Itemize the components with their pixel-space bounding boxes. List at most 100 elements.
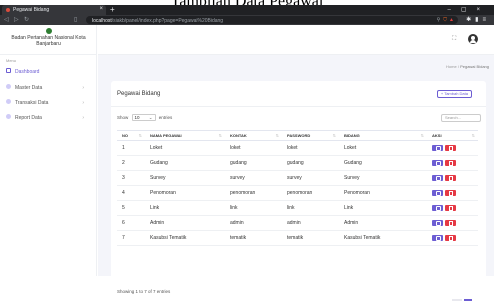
brave-shield-icon[interactable]: ⛉ [443,17,447,23]
header-label: AKSI [432,133,442,138]
column-header-password[interactable]: PASSWORD ⇅ [282,130,339,141]
breadcrumb-separator: / [457,64,459,69]
sort-icon: ⇅ [138,133,142,138]
address-bar[interactable]: localhost/siakb/panel/index.php?page=Peg… [86,16,458,24]
table-row: 2 Gudang gudang gudang Gudang [117,155,478,171]
sidebar-item-master-data[interactable]: Master Data › [6,83,92,93]
sidebar-item-report-data[interactable]: Report Data › [6,113,92,123]
window-controls[interactable]: –▢× [447,5,490,15]
cell-no: 7 [117,230,145,246]
sidebar-item-transaksi-data[interactable]: Transaksi Data › [6,98,92,108]
cell-nama: Kasubsi Tematik [145,230,225,246]
table-row: 3 Survey survey survey Survey [117,170,478,186]
cell-password: survey [282,170,339,186]
delete-button[interactable] [445,174,456,181]
brand: Badan Pertanahan Nasional Kota Banjarbar… [0,25,97,55]
sidebar: Badan Pertanahan Nasional Kota Banjarbar… [0,25,97,276]
card-title: Pegawai Bidang [117,91,161,97]
chevron-right-icon: › [82,115,84,121]
sidebar-item-label: Dashboard [15,69,40,75]
edit-button[interactable] [432,144,443,151]
avatar[interactable] [467,33,479,45]
edit-button[interactable] [432,234,443,241]
cell-no: 5 [117,200,145,216]
column-header-kontak[interactable]: KONTAK ⇅ [225,130,282,141]
reload-icon[interactable]: ↻ [24,16,29,24]
cell-kontak: survey [225,170,282,186]
sidebar-item-label: Report Data [15,115,42,121]
edit-button[interactable] [432,174,443,181]
edit-button[interactable] [432,189,443,196]
add-data-button[interactable]: + Tambah Data [436,90,472,98]
cell-bidang: Admin [339,215,427,231]
zoom-icon[interactable]: ⚲ [437,17,441,23]
search-input[interactable]: Search... [441,114,481,122]
cell-aksi [427,185,478,201]
close-tab-icon[interactable]: × [99,6,103,12]
cell-aksi [427,215,478,231]
cell-aksi [427,155,478,171]
delete-button[interactable] [445,159,456,166]
cell-bidang: Gudang [339,155,427,171]
address-icons: ⚲ ⛉ ▲ [437,16,454,24]
browser-tabbar: Pegawai Bidang × + –▢× [0,5,494,15]
browser-menu-icons[interactable]: ✱▮≡ [466,16,490,24]
show-label: Show [117,115,129,120]
chevron-right-icon: › [82,100,84,106]
edit-button[interactable] [432,219,443,226]
cell-password: link [282,200,339,216]
circle-icon [6,114,11,120]
browser-tab[interactable]: Pegawai Bidang × [2,5,106,15]
table-body: 1 Loket loket loket Loket 2 Gudang gudan… [117,140,478,246]
cell-nama: Gudang [145,155,225,171]
back-icon[interactable]: ◁ [4,16,9,24]
column-header-no[interactable]: NO ⇅ [117,130,145,141]
cell-kontak: tematik [225,230,282,246]
column-header-nama-pegawai[interactable]: NAMA PEGAWAI ⇅ [145,130,225,141]
sort-icon: ⇅ [275,133,279,138]
breadcrumb-home[interactable]: Home [446,64,457,69]
sidebar-item-label: Transaksi Data [15,100,49,106]
topbar: ⛶ [98,25,494,55]
cell-kontak: loket [225,140,282,156]
cell-aksi [427,170,478,186]
tab-title: Pegawai Bidang [13,6,50,13]
chevron-right-icon: › [82,85,84,91]
delete-button[interactable] [445,144,456,151]
delete-button[interactable] [445,189,456,196]
cell-kontak: penomoran [225,185,282,201]
column-header-bidang[interactable]: BIDANG ⇅ [339,130,427,141]
column-header-aksi[interactable]: AKSI ⇅ [427,130,478,141]
header-label: BIDANG [344,133,360,138]
delete-button[interactable] [445,234,456,241]
cell-bidang: Kasubsi Tematik [339,230,427,246]
data-table: NO ⇅ NAMA PEGAWAI ⇅ KONTAK ⇅ PASSWORD ⇅ BIDA… [117,130,478,246]
cell-bidang: Link [339,200,427,216]
fullscreen-icon[interactable]: ⛶ [452,36,456,43]
delete-button[interactable] [445,219,456,226]
data-card: Pegawai Bidang + Tambah Data Show 10 ⌄ en… [111,81,486,301]
edit-button[interactable] [432,159,443,166]
cell-password: penomoran [282,185,339,201]
cell-no: 6 [117,215,145,231]
sidebar-item-dashboard[interactable]: Dashboard [6,67,92,77]
delete-button[interactable] [445,204,456,211]
sort-icon: ⇅ [332,133,336,138]
logo-icon [46,28,52,34]
entries-select[interactable]: 10 ⌄ [131,114,156,122]
sort-icon: ⇅ [471,133,475,138]
new-tab-icon[interactable]: + [110,5,115,15]
sort-icon: ⇅ [218,133,222,138]
rewards-icon[interactable]: ▲ [449,17,454,23]
forward-icon[interactable]: ▷ [14,16,19,24]
table-row: 6 Admin admin admin Admin [117,215,478,231]
edit-button[interactable] [432,204,443,211]
cell-password: gudang [282,155,339,171]
cell-kontak: admin [225,215,282,231]
sort-icon: ⇅ [420,133,424,138]
circle-icon [6,99,11,105]
cell-nama: Survey [145,170,225,186]
cell-kontak: link [225,200,282,216]
cell-no: 1 [117,140,145,156]
bookmark-icon[interactable]: ▯ [74,16,77,24]
